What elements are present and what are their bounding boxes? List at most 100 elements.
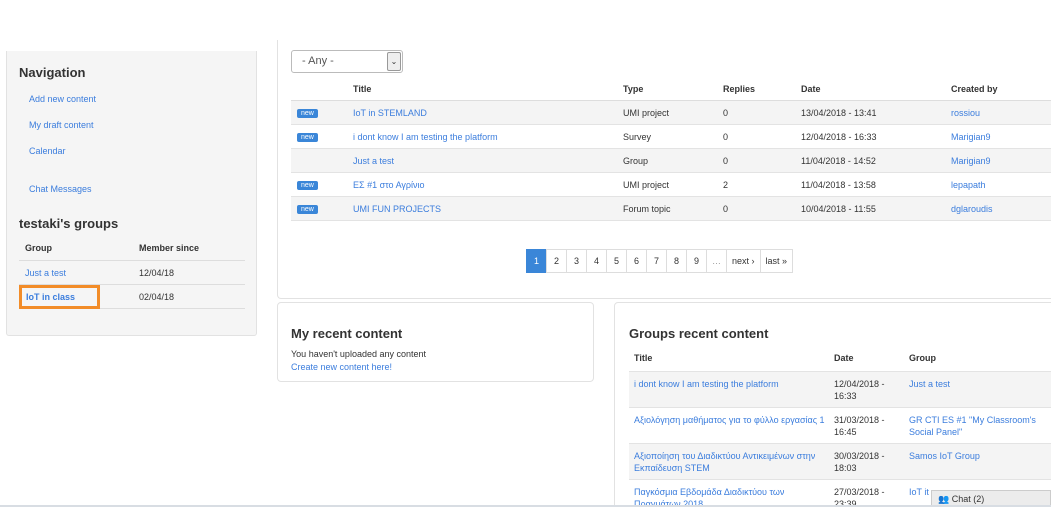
create-content-link[interactable]: Create new content here! — [291, 362, 392, 372]
groups-heading: testaki's groups — [19, 216, 119, 231]
page-2-button[interactable]: 2 — [546, 249, 567, 273]
recent-date: 31/03/2018 - 16:45 — [834, 415, 885, 437]
member-since-column-header: Member since — [139, 243, 200, 253]
content-type: UMI project — [623, 107, 670, 118]
groups-table: Group Member since Just a test 12/04/18 … — [19, 236, 245, 309]
title-column-header[interactable]: Title — [353, 84, 623, 94]
author-link[interactable]: Marigian9 — [951, 156, 1051, 166]
content-replies: 0 — [723, 155, 729, 166]
users-icon: 👥 — [938, 494, 950, 504]
content-title-link[interactable]: UMI FUN PROJECTS — [353, 204, 623, 214]
group-link[interactable]: Just a test — [25, 268, 66, 278]
new-badge: new — [297, 205, 318, 214]
content-replies: 0 — [723, 131, 729, 142]
date-column-header[interactable]: Date — [801, 84, 951, 94]
recent-group-link[interactable]: GR CTI ES #1 "My Classroom's Social Pane… — [909, 414, 1049, 438]
chat-label: Chat (2) — [951, 494, 985, 504]
content-type: Forum topic — [623, 203, 671, 214]
group-column-header: Group — [909, 353, 936, 363]
recent-group-link[interactable]: Just a test — [909, 378, 1049, 402]
table-row: new ΕΣ #1 στο Αγρίνιο UMI project 2 11/0… — [291, 173, 1051, 197]
chevron-down-icon: ⌄ — [387, 52, 401, 71]
table-row: i dont know I am testing the platform 12… — [629, 372, 1051, 408]
recent-title-link[interactable]: i dont know I am testing the platform — [629, 378, 834, 402]
next-page-button[interactable]: next › — [726, 249, 761, 273]
pagination: 1 2 3 4 5 6 7 8 9 … next › last » — [526, 249, 794, 273]
nav-link-chat-messages[interactable]: Chat Messages — [29, 184, 92, 194]
navigation-heading: Navigation — [19, 65, 86, 80]
created-by-column-header[interactable]: Created by — [951, 84, 1051, 94]
type-column-header[interactable]: Type — [623, 84, 723, 94]
recent-date: 27/03/2018 - 23:39 — [834, 487, 885, 507]
recent-group-link[interactable]: Samos IoT Group — [909, 450, 1049, 474]
content-table-header: Title Type Replies Date Created by — [291, 78, 1051, 101]
table-row: Just a test Group 0 11/04/2018 - 14:52 M… — [291, 149, 1051, 173]
title-column-header: Title — [634, 353, 653, 363]
content-replies: 0 — [723, 107, 729, 118]
table-row: new IoT in STEMLAND UMI project 0 13/04/… — [291, 101, 1051, 125]
type-filter-select[interactable]: - Any - ⌄ — [291, 50, 403, 73]
page-1-button[interactable]: 1 — [526, 249, 547, 273]
content-replies: 0 — [723, 203, 729, 214]
recent-title-link[interactable]: Αξιολόγηση μαθήματος για το φύλλο εργασί… — [629, 414, 834, 438]
nav-link-add-content[interactable]: Add new content — [29, 94, 96, 104]
page-7-button[interactable]: 7 — [646, 249, 667, 273]
pager-ellipsis: … — [706, 249, 727, 273]
content-title-link[interactable]: IoT in STEMLAND — [353, 108, 623, 118]
my-recent-content-heading: My recent content — [291, 326, 403, 341]
table-row: Αξιολόγηση μαθήματος για το φύλλο εργασί… — [629, 408, 1051, 444]
group-column-header: Group — [25, 243, 52, 253]
page-5-button[interactable]: 5 — [606, 249, 627, 273]
group-row: IoT in class 02/04/18 — [19, 284, 245, 309]
table-row: new i dont know I am testing the platfor… — [291, 125, 1051, 149]
content-title-link[interactable]: Just a test — [353, 156, 623, 166]
member-since: 02/04/18 — [139, 291, 175, 302]
content-title-link[interactable]: i dont know I am testing the platform — [353, 132, 623, 142]
no-content-message: You haven't uploaded any content — [291, 349, 426, 359]
content-date: 11/04/2018 - 13:58 — [801, 179, 876, 190]
groups-recent-header: Title Date Group — [629, 346, 1051, 372]
replies-column-header[interactable]: Replies — [723, 84, 801, 94]
author-link[interactable]: rossiou — [951, 108, 1051, 118]
recent-date: 12/04/2018 - 16:33 — [834, 379, 885, 401]
new-badge: new — [297, 133, 318, 142]
new-badge: new — [297, 109, 318, 118]
content-replies: 2 — [723, 179, 729, 190]
table-row: Αξιοποίηση του Διαδικτύου Αντικειμένων σ… — [629, 444, 1051, 480]
group-row: Just a test 12/04/18 — [19, 261, 245, 285]
content-type: Group — [623, 155, 649, 166]
page-8-button[interactable]: 8 — [666, 249, 687, 273]
content-date: 13/04/2018 - 13:41 — [801, 107, 877, 118]
page-4-button[interactable]: 4 — [586, 249, 607, 273]
new-badge: new — [297, 181, 318, 190]
table-row: new UMI FUN PROJECTS Forum topic 0 10/04… — [291, 197, 1051, 221]
last-page-button[interactable]: last » — [759, 249, 794, 273]
content-date: 11/04/2018 - 14:52 — [801, 155, 876, 166]
nav-link-calendar[interactable]: Calendar — [29, 146, 66, 156]
page-6-button[interactable]: 6 — [626, 249, 647, 273]
nav-link-draft-content[interactable]: My draft content — [29, 120, 94, 130]
recent-title-link[interactable]: Παγκόσμια Εβδομάδα Διαδικτύου των Πραγμά… — [629, 486, 834, 507]
content-title-link[interactable]: ΕΣ #1 στο Αγρίνιο — [353, 180, 623, 190]
groups-recent-content-heading: Groups recent content — [629, 326, 769, 341]
recent-title-link[interactable]: Αξιοποίηση του Διαδικτύου Αντικειμένων σ… — [629, 450, 834, 474]
my-recent-content-panel: My recent content You haven't uploaded a… — [277, 302, 594, 382]
author-link[interactable]: dglaroudis — [951, 204, 1051, 214]
content-date: 12/04/2018 - 16:33 — [801, 131, 877, 142]
sidebar: Navigation Add new content My draft cont… — [6, 51, 257, 336]
page-3-button[interactable]: 3 — [566, 249, 587, 273]
groups-table-header: Group Member since — [19, 236, 245, 261]
content-type: Survey — [623, 131, 652, 142]
content-date: 10/04/2018 - 11:55 — [801, 203, 876, 214]
groups-recent-table: Title Date Group i dont know I am testin… — [629, 346, 1051, 507]
content-type: UMI project — [623, 179, 670, 190]
page-9-button[interactable]: 9 — [686, 249, 707, 273]
date-column-header: Date — [834, 353, 854, 363]
member-since: 12/04/18 — [139, 267, 175, 278]
group-link-highlighted[interactable]: IoT in class — [19, 284, 101, 309]
type-filter-value: - Any - — [302, 55, 334, 67]
content-table: Title Type Replies Date Created by new I… — [291, 78, 1051, 221]
author-link[interactable]: Marigian9 — [951, 132, 1051, 142]
recent-date: 30/03/2018 - 18:03 — [834, 451, 885, 473]
author-link[interactable]: lepapath — [951, 180, 1051, 190]
